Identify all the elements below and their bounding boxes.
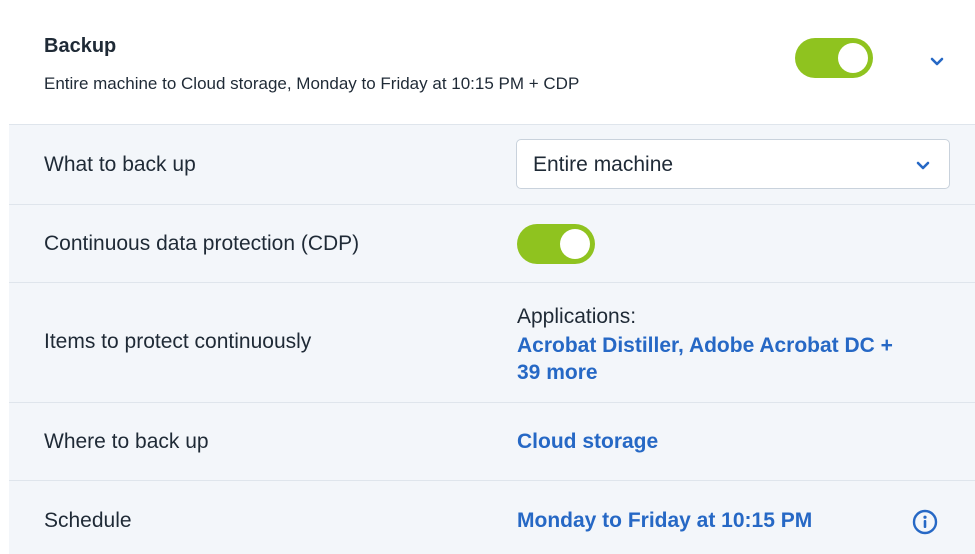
applications-link-line-1: Acrobat Distiller, Adobe Acrobat DC + xyxy=(517,334,893,357)
info-icon[interactable] xyxy=(912,509,938,535)
what-to-back-up-select[interactable]: Entire machine xyxy=(516,139,950,189)
what-to-back-up-label: What to back up xyxy=(44,153,196,176)
row-cdp: Continuous data protection (CDP) xyxy=(9,205,975,283)
chevron-down-icon[interactable] xyxy=(929,53,945,69)
schedule-label: Schedule xyxy=(44,509,132,532)
backup-section-summary: Entire machine to Cloud storage, Monday … xyxy=(44,74,580,93)
row-what-to-back-up: What to back up Entire machine xyxy=(9,125,975,205)
toggle-knob xyxy=(838,43,868,73)
chevron-down-icon xyxy=(915,157,931,173)
row-schedule: Schedule Monday to Friday at 10:15 PM xyxy=(9,481,975,554)
items-to-protect-label: Items to protect continuously xyxy=(44,330,312,353)
what-to-back-up-selected-value: Entire machine xyxy=(533,153,674,176)
cdp-toggle[interactable] xyxy=(517,224,595,264)
where-to-back-up-label: Where to back up xyxy=(44,430,209,453)
backup-section-title: Backup xyxy=(44,35,117,57)
backup-enabled-toggle[interactable] xyxy=(795,38,873,78)
backup-section-header: Backup Entire machine to Cloud storage, … xyxy=(9,0,975,125)
row-items-to-protect: Items to protect continuously Applicatio… xyxy=(9,283,975,403)
toggle-knob xyxy=(560,229,590,259)
applications-link[interactable]: Acrobat Distiller, Adobe Acrobat DC + 39… xyxy=(517,332,893,386)
applications-prefix: Applications: xyxy=(517,305,637,328)
cdp-label: Continuous data protection (CDP) xyxy=(44,232,360,255)
schedule-link[interactable]: Monday to Friday at 10:15 PM xyxy=(517,509,812,533)
items-to-protect-value: Applications: Acrobat Distiller, Adobe A… xyxy=(517,303,893,386)
applications-link-line-2: 39 more xyxy=(517,361,598,384)
row-where-to-back-up: Where to back up Cloud storage xyxy=(9,403,975,481)
cloud-storage-link[interactable]: Cloud storage xyxy=(517,430,658,454)
backup-plan-page: Backup Entire machine to Cloud storage, … xyxy=(0,0,975,554)
